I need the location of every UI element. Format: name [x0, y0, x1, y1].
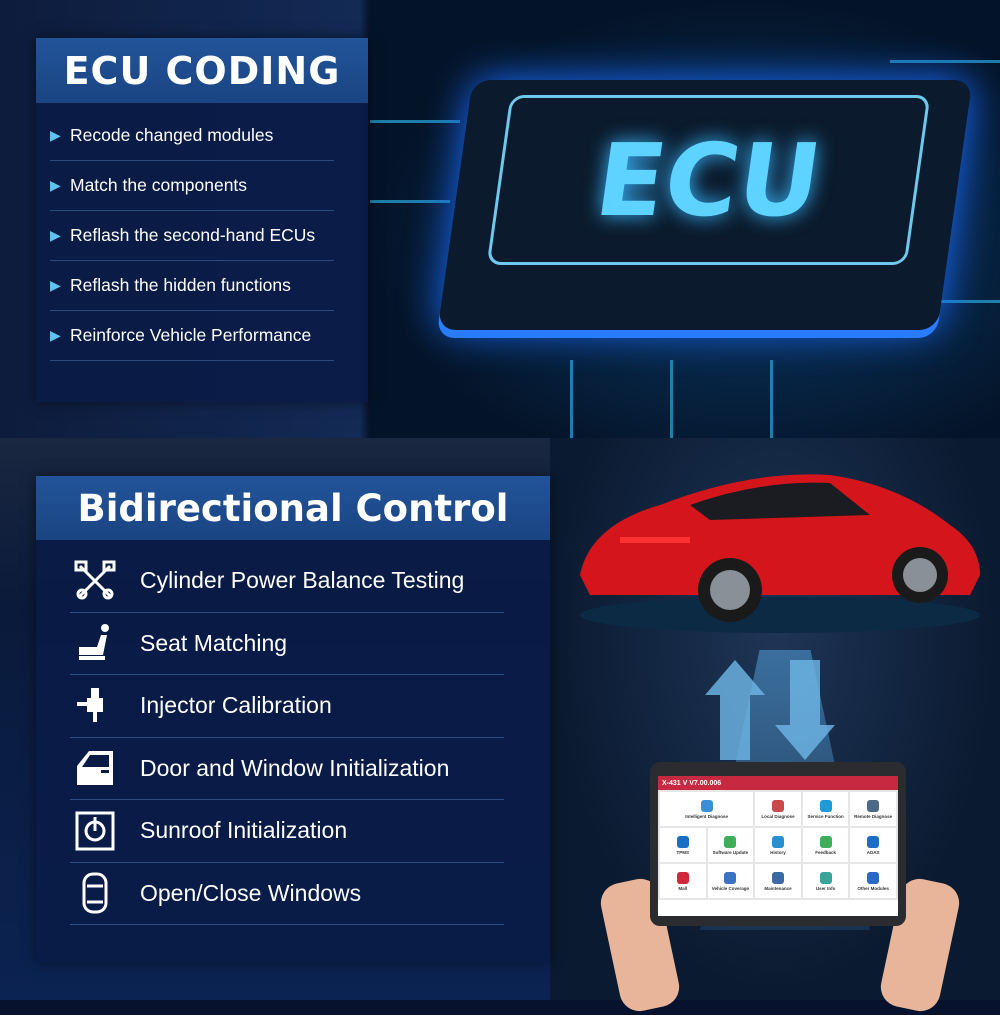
- pistons-icon: [70, 560, 140, 602]
- app-label: Intelligent Diagnose: [685, 813, 728, 819]
- app-icon: [771, 835, 784, 848]
- bidirectional-feature-item: Door and Window Initialization: [70, 738, 504, 800]
- triangle-bullet-icon: ▶: [50, 277, 61, 293]
- app-tile[interactable]: TPMS: [660, 828, 706, 862]
- ecu-chip: ECU: [437, 80, 973, 330]
- app-label: Remote Diagnose: [854, 813, 893, 819]
- bidirectional-feature-item: Cylinder Power Balance Testing: [70, 550, 504, 613]
- bidirectional-control-panel: Bidirectional Control Cylinder Power Bal…: [36, 476, 550, 962]
- triangle-bullet-icon: ▶: [50, 127, 61, 143]
- tablet-title-bar: X-431 V V7.00.006: [658, 776, 898, 790]
- app-icon: [724, 871, 737, 884]
- bidirectional-feature-item: Injector Calibration: [70, 675, 504, 738]
- app-tile[interactable]: Mall: [660, 864, 706, 898]
- app-tile[interactable]: Remote Diagnose: [850, 792, 896, 826]
- app-icon: [819, 835, 832, 848]
- bidirectional-arrows-icon: [705, 660, 835, 760]
- app-icon: [867, 835, 880, 848]
- ecu-feature-item: ▶ Recode changed modules: [50, 111, 334, 161]
- app-label: Service Function: [807, 813, 844, 819]
- tablet-screen: X-431 V V7.00.006 Intelligent Diagnose Lo…: [658, 776, 898, 916]
- app-icon: [771, 799, 784, 812]
- app-tile[interactable]: ADAS: [850, 828, 896, 862]
- app-label: ADAS: [866, 849, 880, 855]
- app-label: History: [770, 849, 786, 855]
- app-tile[interactable]: User Info: [802, 864, 849, 898]
- app-label: Feedback: [815, 849, 836, 855]
- bidirectional-feature-item: Open/Close Windows: [70, 863, 504, 925]
- triangle-bullet-icon: ▶: [50, 177, 61, 193]
- app-icon: [676, 871, 689, 884]
- ecu-coding-title: ECU CODING: [36, 38, 368, 103]
- app-tile[interactable]: History: [755, 828, 801, 862]
- app-label: Local Diagnose: [761, 813, 795, 819]
- app-tile[interactable]: Feedback: [802, 828, 849, 862]
- ecu-coding-panel: ECU CODING ▶ Recode changed modules ▶ Matc…: [36, 38, 368, 402]
- bidirectional-feature-item: Seat Matching: [70, 613, 504, 675]
- app-tile[interactable]: Other Modules: [850, 864, 896, 898]
- app-label: Vehicle Coverage: [711, 885, 750, 891]
- app-icon: [700, 799, 713, 812]
- bidirectional-feature-item: Sunroof Initialization: [70, 800, 504, 863]
- injector-icon: [70, 686, 140, 726]
- app-tile[interactable]: Vehicle Coverage: [707, 864, 754, 898]
- ecu-feature-item: ▶ Reflash the second-hand ECUs: [50, 211, 334, 261]
- seat-icon: [70, 623, 140, 663]
- app-tile[interactable]: Local Diagnose: [755, 792, 801, 826]
- app-icon: [867, 871, 880, 884]
- car-door-icon: [70, 748, 140, 788]
- ecu-feature-item: ▶ Match the components: [50, 161, 334, 211]
- app-tile[interactable]: Service Function: [802, 792, 849, 826]
- app-tile[interactable]: Intelligent Diagnose: [660, 792, 754, 826]
- bidirectional-control-title: Bidirectional Control: [36, 476, 550, 540]
- sunroof-icon: [70, 811, 140, 851]
- triangle-bullet-icon: ▶: [50, 327, 61, 343]
- app-label: Other Modules: [857, 885, 889, 891]
- triangle-bullet-icon: ▶: [50, 227, 61, 243]
- app-label: Maintenance: [764, 885, 792, 891]
- ecu-chip-label: ECU: [486, 95, 931, 265]
- app-icon: [724, 835, 737, 848]
- app-label: Software Update: [712, 849, 749, 855]
- app-tile[interactable]: Maintenance: [755, 864, 801, 898]
- app-icon: [771, 871, 784, 884]
- app-icon: [867, 799, 880, 812]
- diagnostic-tablet: X-431 V V7.00.006 Intelligent Diagnose Lo…: [650, 762, 906, 926]
- ecu-feature-item: ▶ Reinforce Vehicle Performance: [50, 311, 334, 361]
- app-tile[interactable]: Software Update: [707, 828, 754, 862]
- car-top-icon: [70, 872, 140, 914]
- ecu-feature-item: ▶ Reflash the hidden functions: [50, 261, 334, 311]
- app-label: Mall: [678, 885, 688, 891]
- red-suv-image: [580, 474, 980, 633]
- app-icon: [819, 799, 832, 812]
- app-label: TPMS: [676, 849, 690, 855]
- app-icon: [819, 871, 832, 884]
- app-icon: [676, 835, 689, 848]
- app-label: User Info: [815, 885, 836, 891]
- app-grid: Intelligent Diagnose Local Diagnose Servic…: [658, 790, 898, 900]
